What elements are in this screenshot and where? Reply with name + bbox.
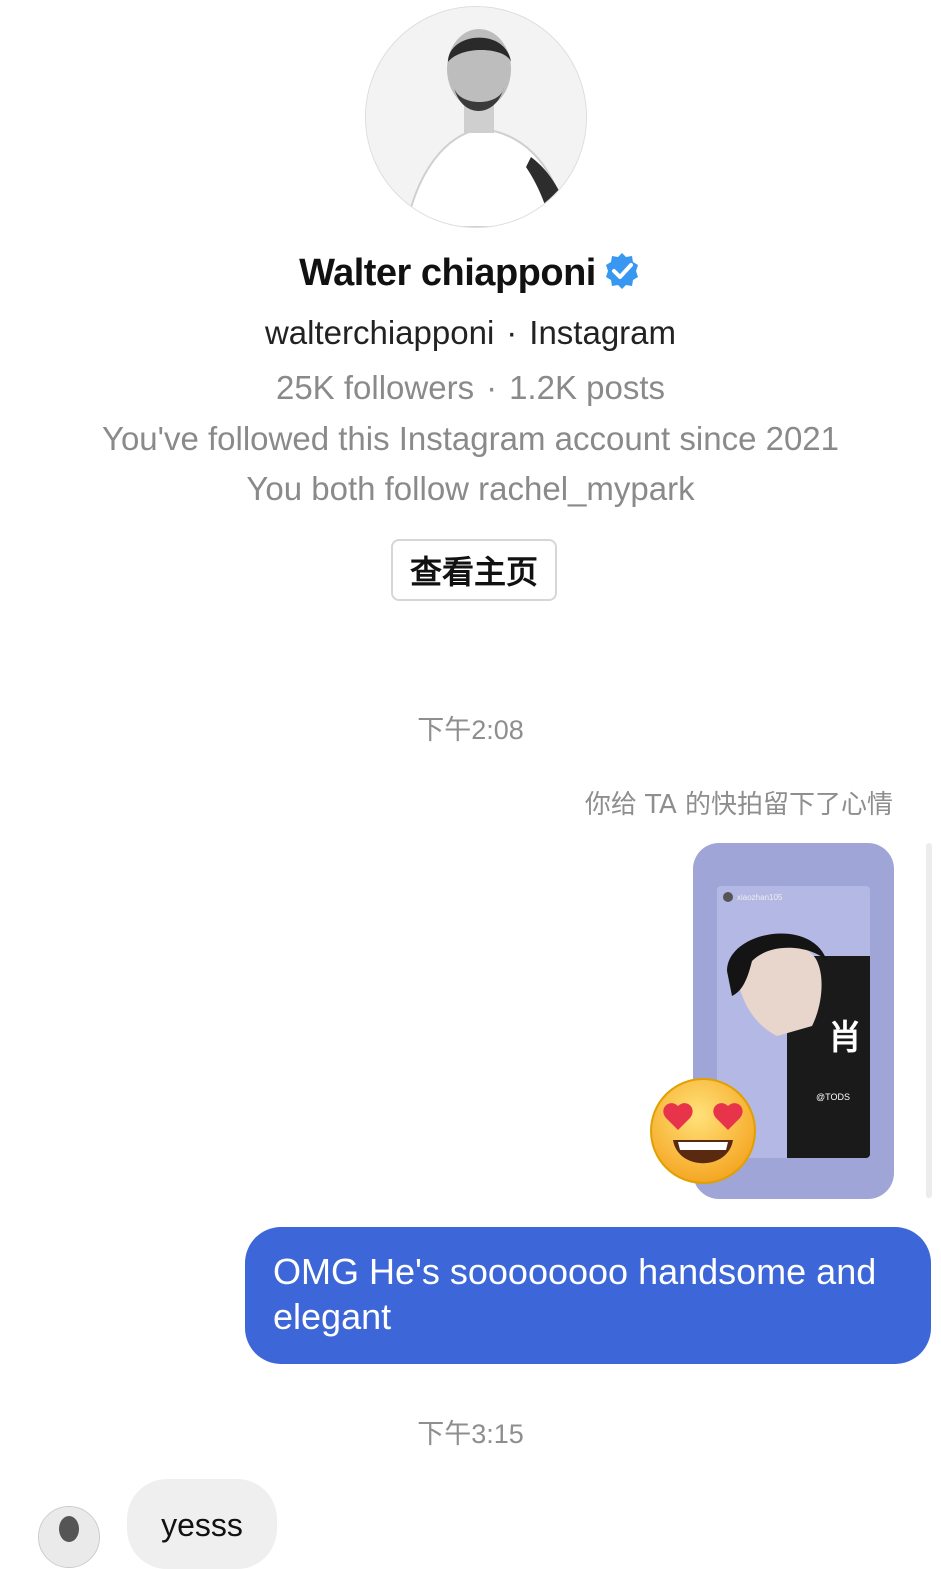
message-timestamp: 下午3:15 bbox=[417, 1419, 524, 1449]
profile-avatar[interactable] bbox=[365, 6, 587, 228]
handle-line: walterchiapponi · Instagram bbox=[0, 314, 941, 352]
heart-eyes-emoji-icon bbox=[648, 1076, 758, 1186]
story-reaction-note: 你给 TA 的快拍留下了心情 bbox=[584, 790, 893, 820]
verified-badge-icon bbox=[602, 251, 642, 291]
profile-handle: walterchiapponi bbox=[264, 314, 495, 351]
mutual-follow: You both follow rachel_mypark bbox=[246, 470, 695, 507]
posts-count: 1.2K posts bbox=[509, 369, 666, 406]
outgoing-message-bubble[interactable]: OMG He's soooooooo handsome and elegant bbox=[245, 1227, 931, 1364]
story-tag: @TODS bbox=[816, 1092, 850, 1102]
separator-dot: · bbox=[486, 369, 498, 406]
sender-photo bbox=[39, 1507, 99, 1567]
stats-line: 25K followers · 1.2K posts bbox=[0, 369, 941, 407]
view-profile-button[interactable]: 查看主页 bbox=[391, 539, 557, 601]
profile-platform: Instagram bbox=[529, 314, 677, 351]
separator-dot: · bbox=[506, 314, 518, 351]
incoming-message-bubble[interactable]: yesss bbox=[127, 1479, 277, 1569]
sender-avatar[interactable] bbox=[38, 1506, 100, 1568]
followed-since: You've followed this Instagram account s… bbox=[101, 420, 840, 457]
scrollbar[interactable] bbox=[926, 843, 932, 1198]
profile-photo bbox=[366, 7, 586, 227]
profile-name-row: Walter chiapponi bbox=[0, 252, 941, 295]
message-timestamp: 下午2:08 bbox=[417, 715, 524, 745]
followers-count: 25K followers bbox=[275, 369, 475, 406]
profile-name: Walter chiapponi bbox=[299, 252, 596, 294]
story-caption-char: 肖 bbox=[828, 1018, 862, 1058]
